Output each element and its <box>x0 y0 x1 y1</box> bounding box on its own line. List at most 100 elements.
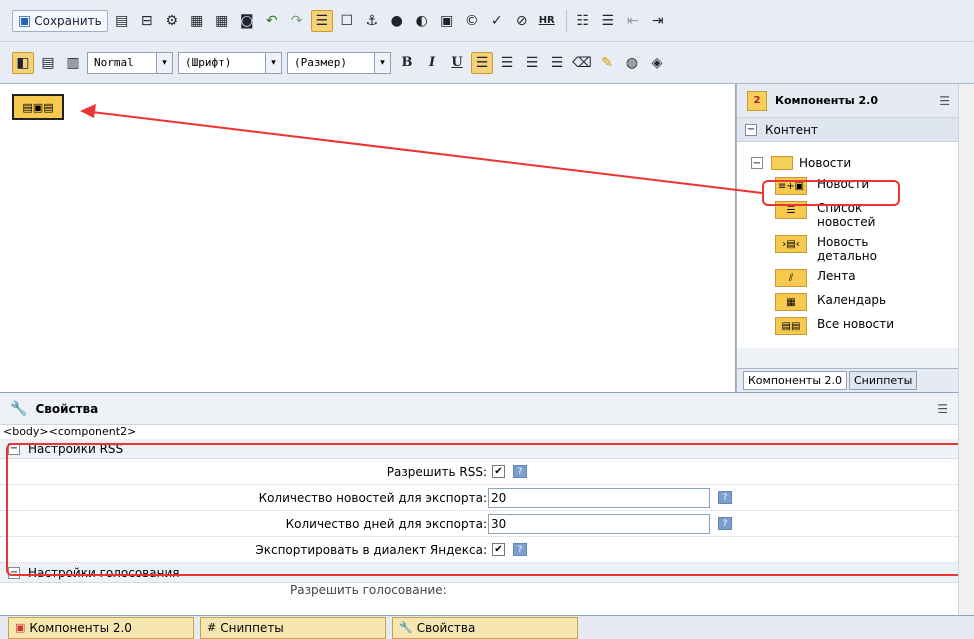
tab-components[interactable]: Компоненты 2.0 <box>743 371 847 390</box>
editor-area[interactable]: ▤▣▤ <box>0 84 736 392</box>
size-select[interactable]: (Размер) ▾ <box>287 51 391 74</box>
anchor-button[interactable]: ⚓ <box>361 10 383 32</box>
snippet-icon: ▤ <box>115 12 129 29</box>
days-count-input[interactable] <box>488 513 710 534</box>
bottom-tabs: ▣ Компоненты 2.0 # Сниппеты 🔧 Свойства <box>0 615 974 639</box>
news-count-input[interactable] <box>488 487 710 508</box>
collapse-icon[interactable]: − <box>8 566 20 579</box>
save-button[interactable]: ▣ Сохранить <box>12 9 108 32</box>
align-center-button[interactable]: ☰ <box>496 52 518 74</box>
align-center-icon: ☰ <box>500 54 514 71</box>
tree-folder-news[interactable]: − Новости <box>737 156 974 170</box>
style-value: Normal <box>94 56 134 69</box>
hr-button[interactable]: HR <box>536 10 558 32</box>
copyright-button[interactable]: © <box>461 10 483 32</box>
save-label: Сохранить <box>34 13 102 28</box>
wysiwyg-mode-button[interactable]: ◧ <box>12 51 34 74</box>
bg-color-button[interactable]: ◈ <box>646 52 668 74</box>
group-label: Настройки голосования <box>28 565 180 580</box>
collapse-icon[interactable]: − <box>8 442 20 455</box>
media-button[interactable]: ◐ <box>411 10 433 32</box>
page-props-icon: ▦ <box>215 12 229 29</box>
help-icon[interactable]: ? <box>718 491 732 504</box>
highlight-box <box>762 180 900 206</box>
main-toolbar: ▣ Сохранить ▤ ⊟ ⚙ ▦ ▦ ◙ ↶ ↷ ☰ ☐ ⚓ ● ◐ ▣ … <box>0 0 974 42</box>
bold-button[interactable]: B <box>396 52 418 74</box>
align-left-button[interactable]: ☰ <box>471 51 493 74</box>
component-tree: − Новости ≡+▣ Новости ☰ Список новостей … <box>737 142 974 348</box>
help-icon[interactable]: ? <box>513 543 527 556</box>
item-label: Календарь <box>817 293 887 307</box>
underline-button[interactable]: U <box>446 52 468 74</box>
tree-item-feed[interactable]: ⫽ Лента <box>737 269 974 287</box>
collapse-icon[interactable]: − <box>745 123 757 136</box>
bottom-tab-properties[interactable]: 🔧 Свойства <box>392 616 578 639</box>
indent-icon: ⇥ <box>651 12 664 29</box>
menu-icon[interactable]: ☰ <box>937 402 948 416</box>
chevron-down-icon: ▾ <box>265 52 281 73</box>
vote-group[interactable]: − Настройки голосования <box>0 563 974 583</box>
bg-color-icon: ◈ <box>651 54 663 71</box>
help-icon[interactable]: ? <box>718 517 732 530</box>
split-mode-button[interactable]: ▥ <box>62 52 84 74</box>
feed-icon: ⫽ <box>775 269 807 287</box>
allow-rss-checkbox[interactable]: ✔ <box>492 465 505 478</box>
save-icon: ▣ <box>18 12 32 29</box>
media-icon: ◐ <box>415 12 428 29</box>
properties-title: Свойства <box>35 401 99 416</box>
bottom-tab-components[interactable]: ▣ Компоненты 2.0 <box>8 616 194 639</box>
element-path: <body><component2> <box>3 425 137 438</box>
row-label: Количество дней для экспорта: <box>285 516 487 531</box>
folder-label: Новости <box>799 156 852 170</box>
item-label: Все новости <box>817 317 895 331</box>
help-icon[interactable]: ? <box>513 465 527 478</box>
snippet-button[interactable]: ▤ <box>111 10 133 32</box>
outdent-button[interactable]: ⇤ <box>622 10 644 32</box>
rss-group[interactable]: − Настройки RSS <box>0 439 974 459</box>
clean-button[interactable]: ⊘ <box>511 10 533 32</box>
highlight-button[interactable]: ✎ <box>596 52 618 74</box>
redo-button[interactable]: ↷ <box>286 10 308 32</box>
menu-icon[interactable]: ☰ <box>939 94 950 108</box>
font-select[interactable]: (Шрифт) ▾ <box>178 51 282 74</box>
style-select[interactable]: Normal ▾ <box>87 51 173 74</box>
italic-button[interactable]: I <box>421 52 443 74</box>
collapse-icon[interactable]: − <box>751 157 763 169</box>
flash-button[interactable]: ● <box>386 10 408 32</box>
tree-item-news-detail[interactable]: ›▤‹ Новость детально <box>737 235 974 263</box>
settings-button[interactable]: ⚙ <box>161 10 183 32</box>
component-button[interactable]: ☰ <box>310 9 333 32</box>
scrollbar[interactable] <box>958 84 974 615</box>
image-button[interactable]: ▣ <box>436 10 458 32</box>
page-props-button[interactable]: ▦ <box>211 10 233 32</box>
spellcheck-button[interactable]: ✓ <box>486 10 508 32</box>
code-mode-button[interactable]: ▤ <box>37 52 59 74</box>
news-component-icon: ▤▣▤ <box>22 100 54 114</box>
tree-item-calendar[interactable]: ▦ Календарь <box>737 293 974 311</box>
table-button[interactable]: ☐ <box>336 10 358 32</box>
text-color-button[interactable]: ◍ <box>621 52 643 74</box>
component-placeholder[interactable]: ▤▣▤ <box>12 94 64 120</box>
indent-button[interactable]: ⇥ <box>647 10 669 32</box>
yandex-export-checkbox[interactable]: ✔ <box>492 543 505 556</box>
tab-label: Свойства <box>416 620 476 635</box>
numbered-list-button[interactable]: ☷ <box>572 10 594 32</box>
undo-button[interactable]: ↶ <box>261 10 283 32</box>
wrench-icon: 🔧 <box>10 400 28 417</box>
bottom-tab-snippets[interactable]: # Сниппеты <box>200 616 386 639</box>
eraser-button[interactable]: ⌫ <box>571 52 593 74</box>
settings-icon: ⚙ <box>165 12 179 29</box>
page-button[interactable]: ▦ <box>186 10 208 32</box>
tree-item-all-news[interactable]: ▤▤ Все новости <box>737 317 974 335</box>
preview-button[interactable]: ◙ <box>236 10 258 32</box>
chevron-down-icon: ▾ <box>374 52 390 73</box>
item-label: Новость детально <box>817 235 877 263</box>
tab-snippets[interactable]: Сниппеты <box>849 371 918 390</box>
content-section[interactable]: − Контент <box>737 118 974 142</box>
bulleted-list-button[interactable]: ☰ <box>597 10 619 32</box>
template-button[interactable]: ⊟ <box>136 10 158 32</box>
flash-icon: ● <box>390 12 403 29</box>
align-right-button[interactable]: ☰ <box>521 52 543 74</box>
align-justify-button[interactable]: ☰ <box>546 52 568 74</box>
numbered-list-icon: ☷ <box>576 12 590 29</box>
